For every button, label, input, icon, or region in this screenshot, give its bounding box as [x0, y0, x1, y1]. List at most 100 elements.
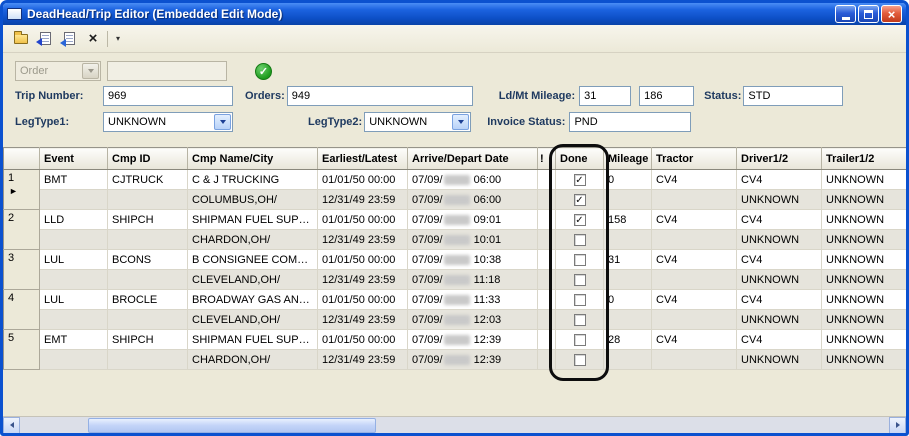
done-checkbox[interactable]: [574, 234, 586, 246]
cell-arrive-depart[interactable]: 07/09/ 06:00: [408, 170, 538, 190]
cell-mileage[interactable]: [604, 230, 652, 250]
cell-driver[interactable]: UNKNOWN: [737, 190, 822, 210]
cell-alert[interactable]: [538, 190, 556, 210]
cell-cmp-id[interactable]: [108, 350, 188, 370]
cell-cmp-id[interactable]: BCONS: [108, 250, 188, 270]
cell-trailer[interactable]: UNKNOWN: [822, 350, 907, 370]
cell-tractor[interactable]: CV4: [652, 210, 737, 230]
cell-arrive-depart[interactable]: 07/09/ 09:01: [408, 210, 538, 230]
cell-cmp-name[interactable]: SHIPMAN FUEL SUPPLY: [188, 210, 318, 230]
cell-done[interactable]: [556, 250, 604, 270]
cell-earliest-latest[interactable]: 01/01/50 00:00: [318, 210, 408, 230]
cell-tractor[interactable]: CV4: [652, 170, 737, 190]
new-button[interactable]: [9, 28, 33, 50]
done-checkbox[interactable]: ✓: [574, 214, 586, 226]
cell-tractor[interactable]: CV4: [652, 330, 737, 350]
add-leg-button[interactable]: [57, 28, 81, 50]
combo-arrow-icon[interactable]: [214, 114, 231, 130]
cell-alert[interactable]: [538, 250, 556, 270]
cell-alert[interactable]: [538, 290, 556, 310]
mt-mileage-field[interactable]: [639, 86, 694, 106]
row-selector[interactable]: 2: [4, 210, 40, 250]
legtype2-combo[interactable]: UNKNOWN: [364, 112, 471, 132]
done-checkbox[interactable]: [574, 314, 586, 326]
cell-cmp-name[interactable]: CHARDON,OH/: [188, 230, 318, 250]
cell-mileage[interactable]: 0: [604, 170, 652, 190]
cell-alert[interactable]: [538, 210, 556, 230]
cell-trailer[interactable]: UNKNOWN: [822, 290, 907, 310]
cell-event[interactable]: EMT: [40, 330, 108, 350]
cell-done[interactable]: [556, 310, 604, 330]
toolbar-options-button[interactable]: ▾: [111, 28, 125, 50]
cell-arrive-depart[interactable]: 07/09/ 12:39: [408, 330, 538, 350]
cell-event[interactable]: LUL: [40, 290, 108, 310]
row-selector[interactable]: 5: [4, 330, 40, 370]
cell-arrive-depart[interactable]: 07/09/ 11:18: [408, 270, 538, 290]
cell-cmp-id[interactable]: [108, 270, 188, 290]
cell-tractor[interactable]: [652, 270, 737, 290]
cell-earliest-latest[interactable]: 12/31/49 23:59: [318, 270, 408, 290]
cell-done[interactable]: [556, 270, 604, 290]
cell-cmp-name[interactable]: BROADWAY GAS AND...: [188, 290, 318, 310]
cell-arrive-depart[interactable]: 07/09/ 06:00: [408, 190, 538, 210]
legtype1-combo[interactable]: UNKNOWN: [103, 112, 233, 132]
cell-cmp-name[interactable]: SHIPMAN FUEL SUPPLY: [188, 330, 318, 350]
cell-done[interactable]: [556, 330, 604, 350]
done-checkbox[interactable]: [574, 274, 586, 286]
done-checkbox[interactable]: [574, 294, 586, 306]
cell-event[interactable]: [40, 190, 108, 210]
trip-number-field[interactable]: [103, 86, 233, 106]
cell-driver[interactable]: UNKNOWN: [737, 270, 822, 290]
cell-earliest-latest[interactable]: 12/31/49 23:59: [318, 190, 408, 210]
alert-header[interactable]: !: [538, 148, 556, 170]
cell-arrive-depart[interactable]: 07/09/ 10:01: [408, 230, 538, 250]
scroll-left-button[interactable]: [3, 417, 20, 434]
cell-event[interactable]: LUL: [40, 250, 108, 270]
combo-arrow-icon[interactable]: [452, 114, 469, 130]
cell-earliest-latest[interactable]: 01/01/50 00:00: [318, 290, 408, 310]
ld-mileage-field[interactable]: [579, 86, 631, 106]
cell-cmp-id[interactable]: [108, 310, 188, 330]
cmp-name-header[interactable]: Cmp Name/City: [188, 148, 318, 170]
cell-driver[interactable]: UNKNOWN: [737, 230, 822, 250]
cell-driver[interactable]: CV4: [737, 250, 822, 270]
cell-driver[interactable]: UNKNOWN: [737, 310, 822, 330]
driver-header[interactable]: Driver1/2: [737, 148, 822, 170]
cell-trailer[interactable]: UNKNOWN: [822, 210, 907, 230]
cell-mileage[interactable]: [604, 190, 652, 210]
cell-cmp-name[interactable]: CLEVELAND,OH/: [188, 270, 318, 290]
cell-cmp-name[interactable]: CHARDON,OH/: [188, 350, 318, 370]
title-bar[interactable]: DeadHead/Trip Editor (Embedded Edit Mode…: [3, 3, 906, 25]
cell-mileage[interactable]: 0: [604, 290, 652, 310]
cell-done[interactable]: [556, 290, 604, 310]
tractor-header[interactable]: Tractor: [652, 148, 737, 170]
cell-earliest-latest[interactable]: 12/31/49 23:59: [318, 350, 408, 370]
cell-cmp-id[interactable]: BROCLE: [108, 290, 188, 310]
done-header[interactable]: Done: [556, 148, 604, 170]
cell-arrive-depart[interactable]: 07/09/ 12:39: [408, 350, 538, 370]
cell-alert[interactable]: [538, 270, 556, 290]
cell-trailer[interactable]: UNKNOWN: [822, 170, 907, 190]
cell-cmp-id[interactable]: CJTRUCK: [108, 170, 188, 190]
cell-trailer[interactable]: UNKNOWN: [822, 330, 907, 350]
cell-cmp-name[interactable]: B CONSIGNEE COMPA...: [188, 250, 318, 270]
cell-cmp-name[interactable]: CLEVELAND,OH/: [188, 310, 318, 330]
invoice-status-field[interactable]: [569, 112, 691, 132]
mileage-header[interactable]: Mileage: [604, 148, 652, 170]
cell-arrive-depart[interactable]: 07/09/ 12:03: [408, 310, 538, 330]
cell-alert[interactable]: [538, 170, 556, 190]
cell-tractor[interactable]: [652, 350, 737, 370]
cell-driver[interactable]: CV4: [737, 210, 822, 230]
cell-earliest-latest[interactable]: 01/01/50 00:00: [318, 250, 408, 270]
scrollbar-thumb[interactable]: [88, 418, 376, 433]
cell-tractor[interactable]: CV4: [652, 290, 737, 310]
cell-tractor[interactable]: [652, 190, 737, 210]
cell-event[interactable]: [40, 270, 108, 290]
row-selector[interactable]: 3: [4, 250, 40, 290]
cell-cmp-id[interactable]: [108, 230, 188, 250]
done-checkbox[interactable]: ✓: [574, 194, 586, 206]
cell-trailer[interactable]: UNKNOWN: [822, 270, 907, 290]
cell-mileage[interactable]: [604, 310, 652, 330]
cell-trailer[interactable]: UNKNOWN: [822, 250, 907, 270]
cell-driver[interactable]: CV4: [737, 290, 822, 310]
